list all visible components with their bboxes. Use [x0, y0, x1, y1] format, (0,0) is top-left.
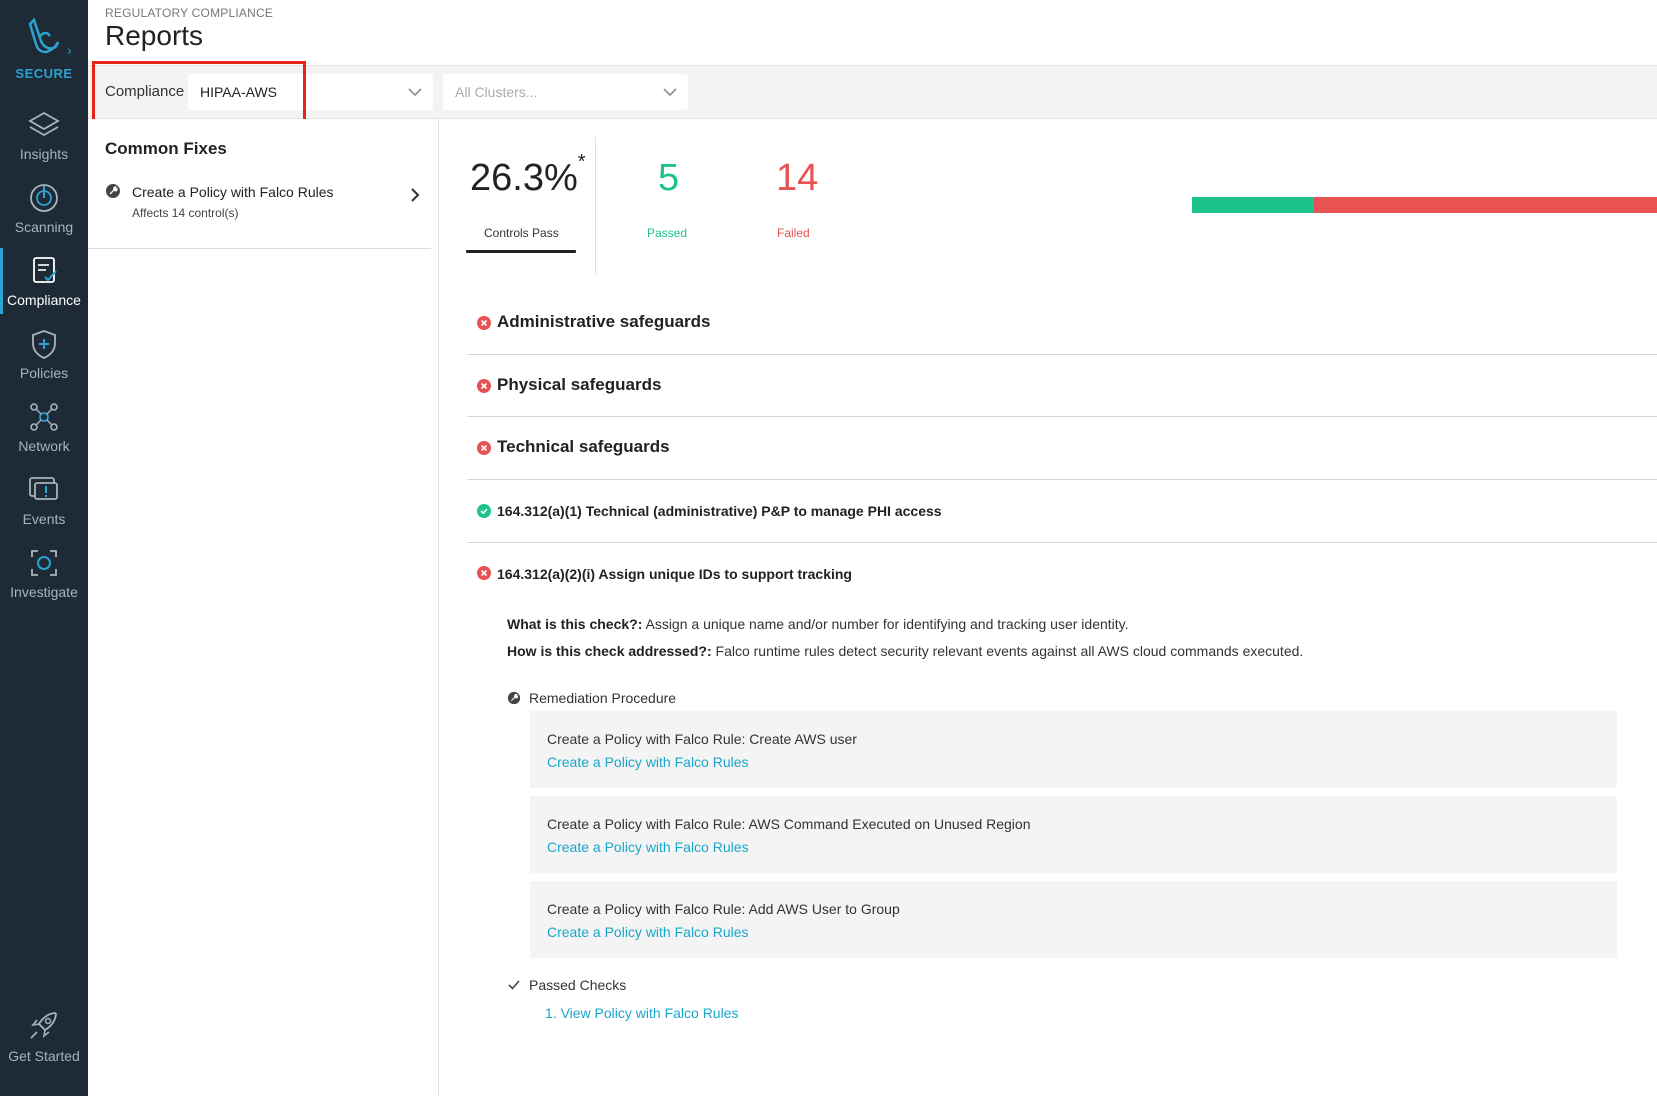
control-164-312-a-2-i[interactable]: 164.312(a)(2)(i) Assign unique IDs to su…	[467, 543, 1657, 603]
sidebar-item-network[interactable]: Network	[0, 402, 88, 476]
failed-status-icon	[477, 379, 491, 393]
sidebar-item-label: Events	[22, 511, 66, 527]
chevron-down-icon	[663, 88, 677, 97]
remediation-link[interactable]: Create a Policy with Falco Rules	[547, 839, 749, 855]
highlight-annotation	[92, 61, 306, 128]
sidebar-item-policies[interactable]: Policies	[0, 329, 88, 403]
failed-label: Failed	[777, 226, 810, 240]
control-164-312-a-1[interactable]: 164.312(a)(1) Technical (administrative)…	[467, 480, 1657, 543]
filter-bar: Compliance HIPAA-AWS All Clusters...	[88, 66, 1657, 119]
rocket-icon	[30, 1012, 57, 1039]
sidebar-item-events[interactable]: Events	[0, 475, 88, 549]
failed-status-icon	[477, 441, 491, 455]
sidebar-item-scanning[interactable]: Scanning	[0, 183, 88, 257]
report-main: 26.3%* Controls Pass 5 Passed 14 Failed …	[440, 119, 1657, 1096]
passed-label: Passed	[647, 226, 688, 240]
remediation-item: Create a Policy with Falco Rule: Add AWS…	[530, 881, 1617, 958]
passed-status-icon	[477, 504, 491, 518]
events-icon	[29, 477, 58, 500]
remediation-link[interactable]: Create a Policy with Falco Rules	[547, 754, 749, 770]
wrench-icon	[106, 184, 120, 198]
divider	[595, 137, 596, 275]
chevron-right-icon	[411, 188, 420, 202]
sidebar-item-insights[interactable]: Insights	[0, 110, 88, 184]
common-fix-subtitle: Affects 14 control(s)	[132, 206, 239, 220]
common-fixes-title: Common Fixes	[105, 139, 227, 158]
pass-fail-bar	[1192, 197, 1657, 213]
remediation-item: Create a Policy with Falco Rule: Create …	[530, 711, 1617, 788]
secure-logo[interactable]: › SECURE	[0, 10, 88, 88]
breadcrumb: REGULATORY COMPLIANCE	[105, 6, 274, 20]
brand-label: SECURE	[15, 66, 73, 81]
check-icon	[508, 980, 520, 990]
controls-pass-percent: 26.3%*	[470, 151, 586, 199]
controls-pass-label: Controls Pass	[484, 226, 559, 240]
network-icon	[30, 403, 58, 431]
chevron-right-icon: ›	[67, 42, 72, 58]
view-policy-link[interactable]: 1. View Policy with Falco Rules	[545, 1005, 738, 1021]
failed-count[interactable]: 14	[776, 157, 818, 200]
investigate-icon	[31, 550, 57, 576]
sidebar-item-label: Policies	[19, 365, 69, 381]
remediation-text: Create a Policy with Falco Rule: Add AWS…	[547, 901, 900, 917]
section-technical-safeguards[interactable]: Technical safeguards	[467, 417, 1657, 480]
sidebar-item-investigate[interactable]: Investigate	[0, 548, 88, 622]
section-label: Technical safeguards	[497, 437, 670, 456]
sidebar-item-label: Investigate	[10, 584, 78, 600]
sidebar-item-label: Network	[18, 438, 70, 454]
remediation-text: Create a Policy with Falco Rule: Create …	[547, 731, 857, 747]
section-label: Administrative safeguards	[497, 312, 711, 331]
how-is-check-addressed: How is this check addressed?: Falco runt…	[507, 643, 1303, 659]
sidebar-item-label: Scanning	[14, 219, 74, 235]
section-physical-safeguards[interactable]: Physical safeguards	[467, 355, 1657, 417]
failed-status-icon	[477, 316, 491, 330]
control-label: 164.312(a)(2)(i) Assign unique IDs to su…	[497, 566, 852, 582]
common-fixes-panel: Common Fixes Create a Policy with Falco …	[88, 119, 439, 1096]
sidebar-item-label: Compliance	[7, 292, 81, 308]
section-label: Physical safeguards	[497, 375, 662, 394]
page-title: Reports	[105, 20, 204, 51]
sidebar-item-get-started[interactable]: Get Started	[0, 1010, 88, 1084]
remediation-link[interactable]: Create a Policy with Falco Rules	[547, 924, 749, 940]
wrench-icon	[507, 691, 521, 705]
failed-status-icon	[477, 566, 491, 580]
section-administrative-safeguards[interactable]: Administrative safeguards	[467, 294, 1657, 355]
sidebar-item-compliance[interactable]: Compliance	[0, 248, 88, 330]
control-label: 164.312(a)(1) Technical (administrative)…	[497, 503, 942, 519]
remediation-text: Create a Policy with Falco Rule: AWS Com…	[547, 816, 1031, 832]
common-fix-title: Create a Policy with Falco Rules	[132, 184, 334, 200]
common-fix-item[interactable]: Create a Policy with Falco Rules Affects…	[105, 181, 421, 231]
sidebar-item-label: Get Started	[8, 1048, 80, 1064]
sidebar-item-label: Insights	[19, 146, 69, 162]
page-header: REGULATORY COMPLIANCE Reports	[88, 0, 1657, 66]
compliance-icon	[33, 257, 57, 283]
selected-tab-indicator	[466, 250, 576, 253]
passed-count[interactable]: 5	[658, 157, 679, 200]
clusters-select[interactable]: All Clusters...	[443, 74, 688, 110]
remediation-item: Create a Policy with Falco Rule: AWS Com…	[530, 796, 1617, 873]
sysdig-logo-icon	[28, 17, 60, 54]
passed-checks-title: Passed Checks	[529, 977, 627, 993]
what-label: What is this check?:	[507, 616, 643, 632]
remediation-title: Remediation Procedure	[529, 690, 677, 706]
pass-fill	[1192, 197, 1315, 213]
how-text: Falco runtime rules detect security rele…	[715, 643, 1304, 659]
shield-plus-icon	[32, 330, 56, 359]
what-text: Assign a unique name and/or number for i…	[645, 616, 1129, 632]
chevron-down-icon	[408, 88, 422, 97]
sidebar: › SECURE Insights Scanning Compliance Po…	[0, 0, 88, 1096]
layers-icon	[28, 111, 60, 137]
divider	[88, 248, 431, 249]
what-is-check: What is this check?: Assign a unique nam…	[507, 616, 1129, 632]
clusters-select-placeholder: All Clusters...	[455, 84, 538, 100]
how-label: How is this check addressed?:	[507, 643, 712, 659]
scanning-icon	[30, 184, 58, 212]
